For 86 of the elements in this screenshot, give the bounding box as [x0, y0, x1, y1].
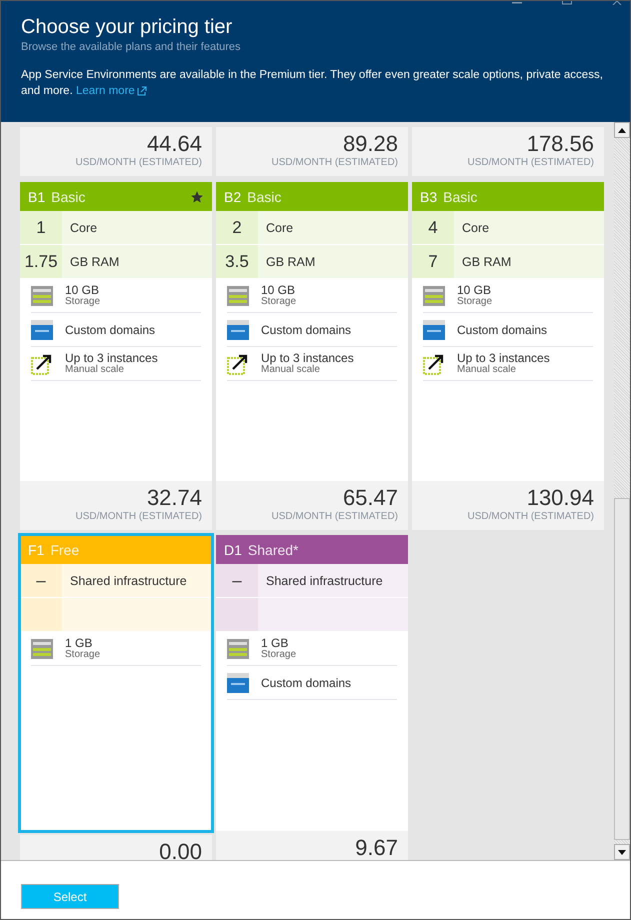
price: 65.47	[342, 485, 398, 511]
plan-card[interactable]: B1 Basic 1 Core 1.75 GB RAM 10 GB Storage Custom domains Up to 3 instances Manual scale	[20, 182, 212, 481]
feature-title: Custom domains	[65, 324, 156, 336]
feature-title: 1 GB	[65, 636, 94, 648]
plan-code: B2	[224, 188, 242, 204]
web-page-icon	[227, 320, 249, 340]
feature-subtitle: Storage	[65, 648, 100, 660]
price-unit: USD/MONTH (ESTIMATED)	[272, 511, 398, 522]
feature-title: Up to 3 instances	[261, 352, 354, 364]
feature-title: 10 GB	[261, 284, 296, 296]
spec-value: –	[20, 564, 62, 597]
feature-subtitle: Manual scale	[261, 364, 321, 376]
scrollbar[interactable]	[614, 122, 630, 860]
star-icon	[190, 190, 204, 204]
spec-label: Shared infrastructure	[265, 572, 383, 590]
plan-name: Basic	[443, 188, 478, 204]
plan-card[interactable]: B2 Basic 2 Core 3.5 GB RAM 10 GB Storage Custom domains Up to 3 instances Manual scale	[216, 182, 408, 481]
feature-subtitle: Storage	[261, 648, 296, 660]
spec-label: Core	[265, 220, 294, 236]
blade-subtitle: Browse the available plans and their features	[21, 41, 242, 53]
scroll-up-icon[interactable]	[618, 128, 626, 132]
web-page-icon	[423, 320, 445, 340]
spec-value: 1.75	[20, 245, 62, 278]
spec-label: GB RAM	[461, 254, 512, 270]
feature-title: 10 GB	[457, 284, 492, 296]
feature-subtitle: Storage	[261, 296, 296, 308]
price: 32.74	[146, 485, 202, 511]
external-link-icon	[136, 86, 147, 96]
storage-icon	[31, 284, 53, 306]
price: 178.56	[526, 131, 594, 157]
web-page-icon	[31, 320, 53, 340]
spec-label: Shared infrastructure	[69, 572, 187, 590]
price: 0.00	[159, 839, 202, 860]
learn-more-link[interactable]: Learn more	[76, 83, 147, 99]
feature-title: 10 GB	[65, 284, 100, 296]
spec-label: Core	[461, 220, 490, 236]
spec-label: GB RAM	[69, 254, 120, 270]
resize-arrow-icon	[227, 352, 249, 374]
feature-title: 1 GB	[261, 636, 290, 648]
scroll-down-icon[interactable]	[618, 850, 626, 854]
spec-label: GB RAM	[265, 254, 316, 270]
price-unit: USD/MONTH (ESTIMATED)	[468, 157, 594, 168]
feature-title: Custom domains	[457, 324, 548, 336]
spec-value: 2	[216, 211, 258, 244]
price: 9.67	[355, 835, 398, 860]
spec-label: Core	[69, 220, 98, 236]
price: 130.94	[526, 485, 594, 511]
plan-code: F1	[28, 542, 44, 558]
resize-arrow-icon	[31, 352, 53, 374]
plan-code: D1	[224, 542, 242, 558]
plan-card[interactable]: B3 Basic 4 Core 7 GB RAM 10 GB Storage Custom domains Up to 3 instances Manual scale	[412, 182, 604, 481]
price-unit: USD/MONTH (ESTIMATED)	[272, 157, 398, 168]
feature-subtitle: Manual scale	[65, 364, 125, 376]
plan-code: B3	[420, 188, 438, 204]
plan-code: B1	[28, 188, 46, 204]
storage-icon	[423, 284, 445, 306]
blade-title: Choose your pricing tier	[21, 15, 234, 39]
plan-name: Basic	[247, 188, 282, 204]
price-unit: USD/MONTH (ESTIMATED)	[76, 157, 202, 168]
plan-name: Shared*	[248, 542, 300, 558]
spec-value: 1	[20, 211, 62, 244]
price: 44.64	[146, 131, 202, 157]
spec-value: 4	[412, 211, 454, 244]
feature-subtitle: Manual scale	[457, 364, 517, 376]
feature-subtitle: Storage	[457, 296, 492, 308]
web-page-icon	[227, 672, 249, 692]
spec-value: 3.5	[216, 245, 258, 278]
storage-icon	[227, 638, 249, 660]
feature-title: Up to 3 instances	[457, 352, 550, 364]
plan-name: Basic	[51, 188, 86, 204]
spec-value: –	[216, 564, 258, 597]
notice-text: App Service Environments are available in the Premium tier. They offer even greater scale options, private access, and more. Learn more	[21, 68, 604, 99]
price-unit: USD/MONTH (ESTIMATED)	[76, 511, 202, 522]
resize-arrow-icon	[423, 352, 445, 374]
spec-value: 7	[412, 245, 454, 278]
feature-subtitle: Storage	[65, 296, 100, 308]
feature-title: Up to 3 instances	[65, 352, 158, 364]
plan-card[interactable]: F1 Free – Shared infrastructure 1 GB Storage	[20, 535, 212, 831]
storage-icon	[227, 284, 249, 306]
feature-title: Custom domains	[261, 676, 352, 688]
price-unit: USD/MONTH (ESTIMATED)	[468, 511, 594, 522]
plan-card[interactable]: D1 Shared* – Shared infrastructure 1 GB Storage Custom domains	[216, 535, 408, 831]
feature-title: Custom domains	[261, 324, 352, 336]
plan-name: Free	[50, 542, 80, 558]
storage-icon	[31, 638, 53, 660]
price: 89.28	[342, 131, 398, 157]
